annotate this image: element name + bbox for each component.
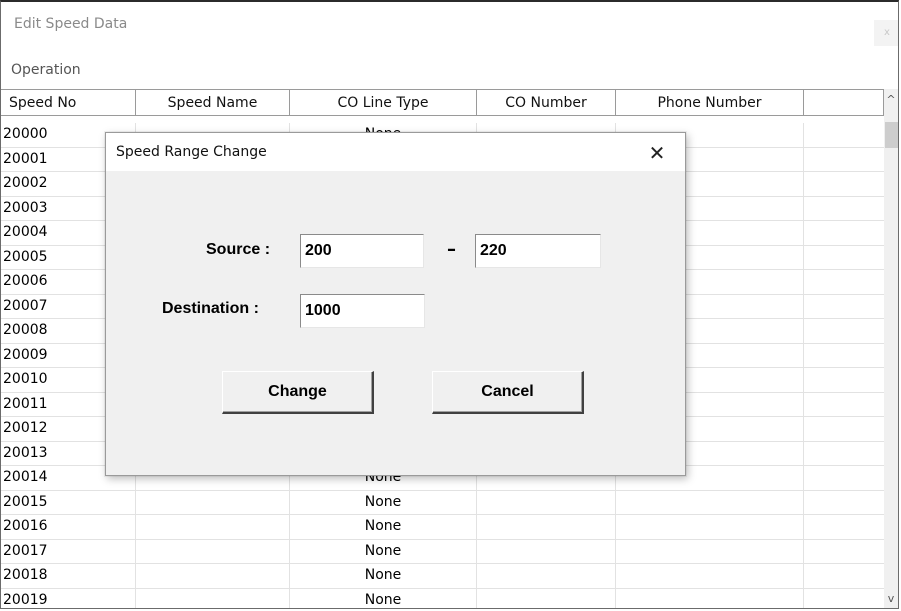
cell-phone-number[interactable] — [616, 588, 804, 608]
destination-label: Destination : — [162, 300, 259, 317]
menu-bar: Operation — [1, 60, 898, 82]
speed-range-change-dialog: Speed Range Change ✕ Source : – Destinat… — [105, 132, 686, 476]
cell-co-line-type[interactable]: None — [290, 515, 477, 539]
table-row[interactable]: 20016 None — [1, 515, 884, 540]
cell-phone-number[interactable] — [616, 490, 804, 515]
source-to-input[interactable] — [475, 234, 601, 268]
cell-extra[interactable] — [804, 442, 884, 466]
cell-speed-name[interactable] — [136, 539, 290, 564]
table-row[interactable]: 20019 None — [1, 588, 884, 609]
scroll-down-icon[interactable]: v — [884, 592, 898, 606]
cell-extra[interactable] — [804, 491, 884, 515]
cell-speed-no[interactable]: 20019 — [1, 588, 136, 608]
cell-co-number[interactable] — [477, 490, 616, 515]
dialog-title: Speed Range Change — [116, 144, 267, 160]
cell-speed-no[interactable]: 20017 — [1, 539, 136, 564]
cell-extra[interactable] — [804, 148, 884, 172]
cell-speed-no[interactable]: 20015 — [1, 490, 136, 515]
cell-co-line-type[interactable]: None — [290, 490, 477, 515]
cell-extra[interactable] — [804, 123, 884, 147]
cell-extra[interactable] — [804, 515, 884, 539]
cell-co-number[interactable] — [477, 564, 616, 588]
cell-speed-no[interactable]: 20018 — [1, 564, 136, 588]
cell-co-line-type[interactable]: None — [290, 588, 477, 608]
cell-speed-name[interactable] — [136, 490, 290, 515]
cell-speed-name[interactable] — [136, 564, 290, 588]
table-row[interactable]: 20017 None — [1, 539, 884, 564]
cell-extra[interactable] — [804, 417, 884, 441]
table-row[interactable]: 20018 None — [1, 564, 884, 589]
cell-speed-name[interactable] — [136, 588, 290, 608]
table-row[interactable]: 20015 None — [1, 490, 884, 515]
cell-phone-number[interactable] — [616, 515, 804, 539]
scroll-thumb[interactable] — [885, 122, 898, 148]
cell-extra[interactable] — [804, 197, 884, 221]
cell-extra[interactable] — [804, 319, 884, 343]
window-title: Edit Speed Data — [14, 16, 128, 32]
dialog-title-bar: Speed Range Change ✕ — [106, 133, 685, 171]
cell-extra[interactable] — [804, 221, 884, 245]
vertical-scrollbar[interactable]: ^ v — [884, 89, 898, 608]
cell-extra[interactable] — [804, 564, 884, 588]
cell-extra[interactable] — [804, 466, 884, 490]
destination-input[interactable] — [300, 294, 425, 328]
cell-co-line-type[interactable]: None — [290, 539, 477, 564]
cell-extra[interactable] — [804, 589, 884, 609]
cell-phone-number[interactable] — [616, 564, 804, 588]
column-header-co-number[interactable]: CO Number — [477, 90, 616, 115]
window-close-button[interactable]: x — [874, 20, 898, 46]
cell-co-line-type[interactable]: None — [290, 564, 477, 588]
source-label: Source : — [206, 241, 271, 258]
cell-extra[interactable] — [804, 393, 884, 417]
menu-operation[interactable]: Operation — [11, 62, 81, 78]
cell-extra[interactable] — [804, 344, 884, 368]
cell-extra[interactable] — [804, 270, 884, 294]
dialog-close-icon[interactable]: ✕ — [641, 139, 673, 167]
column-header-extra[interactable] — [804, 90, 884, 115]
source-from-input[interactable] — [300, 234, 424, 268]
column-header-speed-no[interactable]: Speed No — [1, 90, 136, 115]
cell-speed-no[interactable]: 20016 — [1, 515, 136, 539]
grid-header: Speed No Speed Name CO Line Type CO Numb… — [1, 89, 898, 116]
cell-phone-number[interactable] — [616, 539, 804, 564]
cell-extra[interactable] — [804, 540, 884, 564]
cell-extra[interactable] — [804, 295, 884, 319]
cell-co-number[interactable] — [477, 588, 616, 608]
cell-speed-name[interactable] — [136, 515, 290, 539]
cell-co-number[interactable] — [477, 539, 616, 564]
column-header-speed-name[interactable]: Speed Name — [136, 90, 290, 115]
range-separator: – — [447, 239, 456, 260]
cell-extra[interactable] — [804, 172, 884, 196]
scroll-up-icon[interactable]: ^ — [884, 93, 898, 107]
title-bar: Edit Speed Data x — [1, 2, 898, 46]
column-header-phone-number[interactable]: Phone Number — [616, 90, 804, 115]
cell-extra[interactable] — [804, 368, 884, 392]
change-button[interactable]: Change — [222, 371, 374, 414]
column-header-co-line-type[interactable]: CO Line Type — [290, 90, 477, 115]
cell-co-number[interactable] — [477, 515, 616, 539]
cell-extra[interactable] — [804, 246, 884, 270]
cancel-button[interactable]: Cancel — [432, 371, 584, 414]
